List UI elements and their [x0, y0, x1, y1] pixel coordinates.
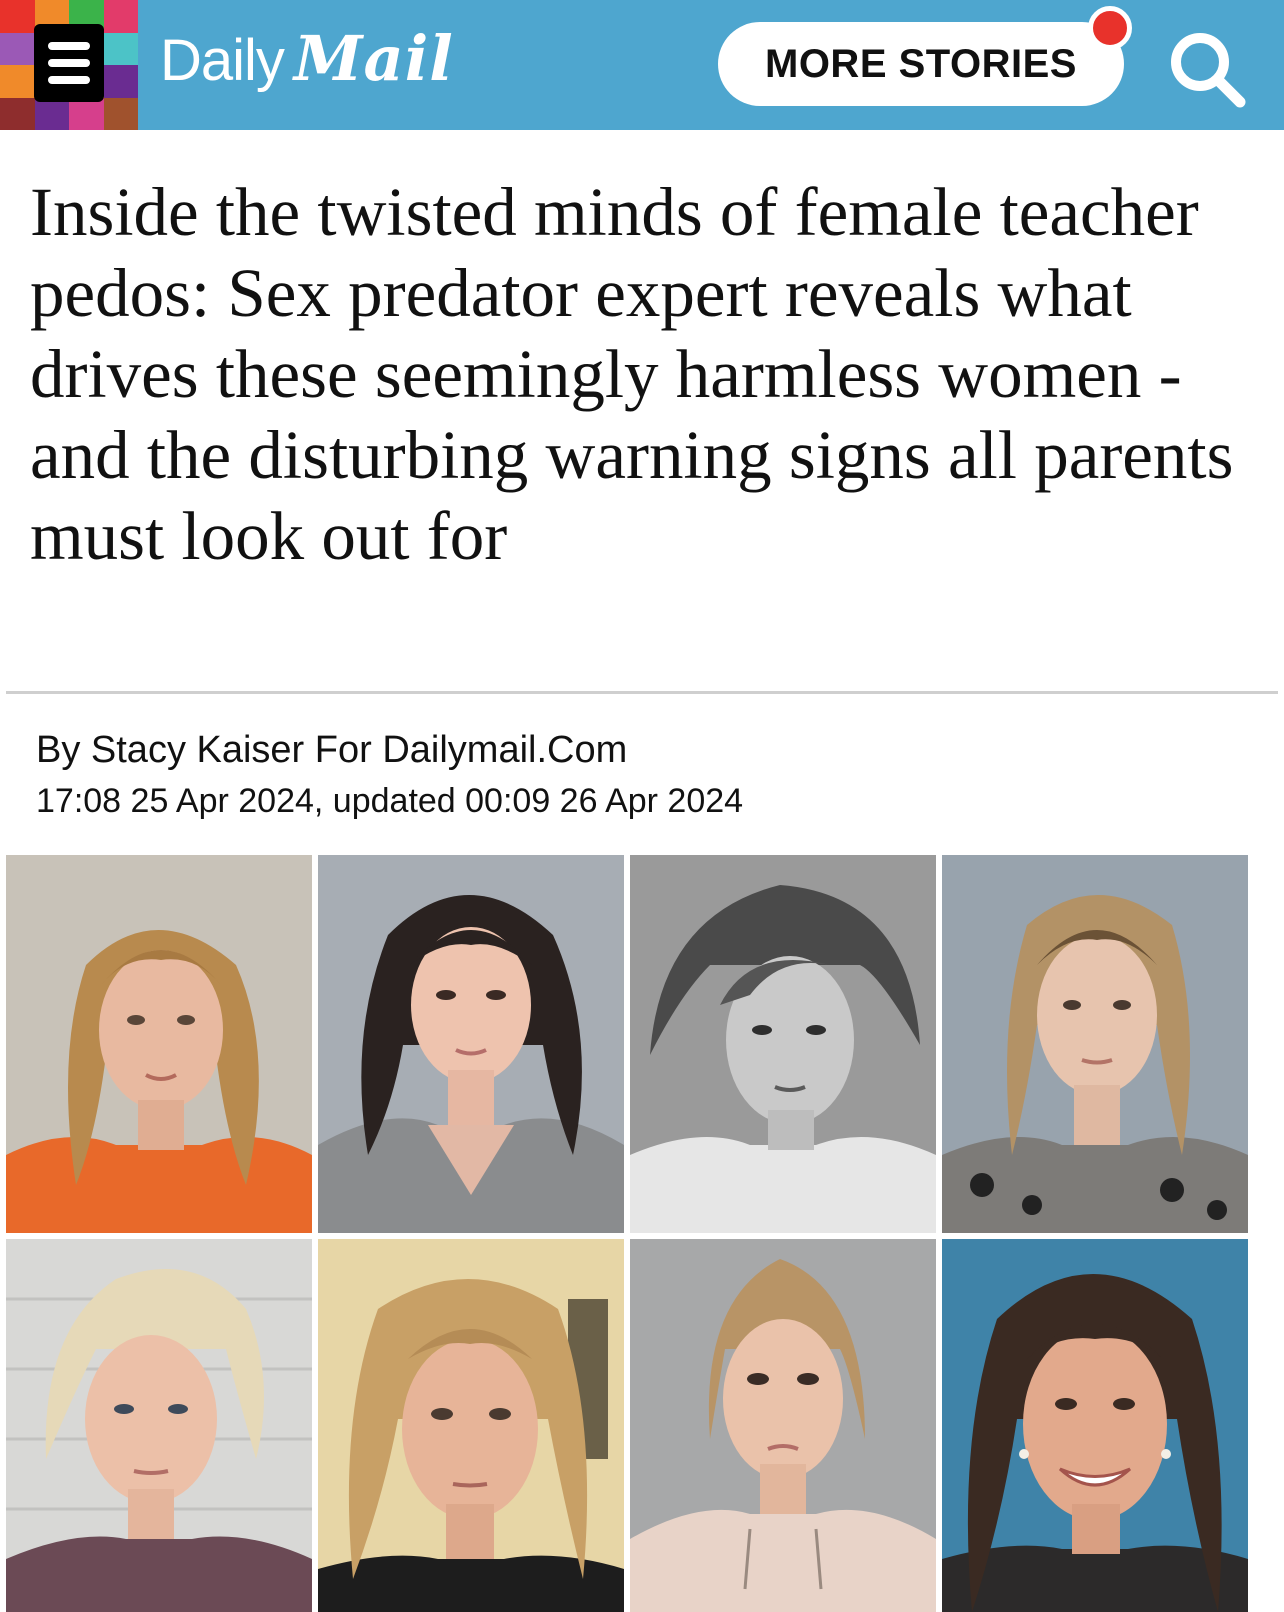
daily-mail-logo[interactable]: Daily Mail — [160, 22, 454, 102]
mugshot-photo-7[interactable] — [630, 1239, 936, 1612]
mugshot-photo-1[interactable] — [6, 855, 312, 1233]
notification-dot — [1088, 6, 1132, 50]
mugshot-photo-4[interactable] — [942, 855, 1248, 1233]
logo-daily-text: Daily — [160, 28, 285, 93]
mugshot-photo-3[interactable] — [630, 855, 936, 1233]
article-photo-collage[interactable] — [6, 855, 1278, 1612]
site-header: Daily Mail MORE STORIES — [0, 0, 1284, 130]
mugshot-photo-2[interactable] — [318, 855, 624, 1233]
article-byline[interactable]: By Stacy Kaiser For Dailymail.Com — [36, 729, 627, 772]
hamburger-menu-icon[interactable] — [34, 24, 104, 102]
mugshot-photo-5[interactable] — [6, 1239, 312, 1612]
mugshot-photo-8[interactable] — [942, 1239, 1248, 1612]
search-icon[interactable] — [1164, 26, 1250, 112]
logo-mail-text: Mail — [293, 22, 454, 95]
mugshot-photo-6[interactable] — [318, 1239, 624, 1612]
more-stories-button[interactable]: MORE STORIES — [718, 22, 1124, 106]
headline-divider — [6, 691, 1278, 694]
article-headline: Inside the twisted minds of female teach… — [30, 174, 1234, 574]
article-dateline: 17:08 25 Apr 2024, updated 00:09 26 Apr … — [36, 782, 744, 820]
